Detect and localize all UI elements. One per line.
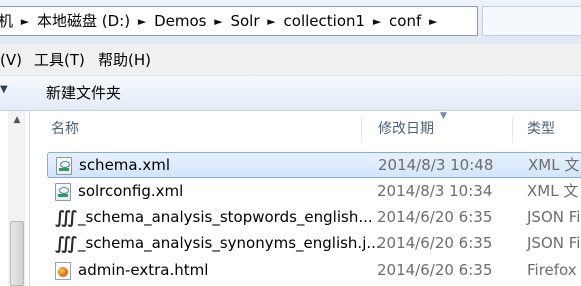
refresh-icon <box>493 17 505 25</box>
json-file-icon: ∭ <box>55 234 78 254</box>
file-row[interactable]: ∭ _schema_analysis_stopwords_english... … <box>47 205 581 231</box>
breadcrumb-computer[interactable]: 机 <box>0 7 15 35</box>
column-headers: 名称 ▼ 修改日期 类型 <box>31 111 581 147</box>
chevron-right-icon[interactable]: ► <box>208 15 228 28</box>
breadcrumb[interactable]: 机 ► 本地磁盘 (D:) ► Demos ► Solr ► collectio… <box>0 6 478 36</box>
chevron-right-icon[interactable]: ► <box>367 15 387 28</box>
scroll-up-icon[interactable]: ▲ <box>8 115 26 129</box>
xml-file-icon <box>56 157 72 175</box>
nav-scrollbar[interactable]: ▲ <box>8 111 26 286</box>
command-toolbar: ▼ 新建文件夹 <box>0 76 581 111</box>
file-name: _schema_analysis_synonyms_english.j... <box>78 234 381 252</box>
file-date: 2014/6/20 6:35 <box>377 261 493 279</box>
dropdown-arrow-icon[interactable]: ▼ <box>0 84 8 95</box>
breadcrumb-demos[interactable]: Demos <box>152 7 208 35</box>
file-type: Firefox <box>527 261 577 279</box>
file-type: JSON Fi <box>527 208 581 226</box>
file-type: XML 文 <box>527 182 579 200</box>
column-divider[interactable] <box>361 117 362 143</box>
file-date: 2014/8/3 10:34 <box>377 182 493 200</box>
scroll-thumb[interactable] <box>10 221 24 286</box>
menu-help[interactable]: 帮助(H) <box>90 44 159 76</box>
xml-file-icon <box>55 183 71 201</box>
file-type: JSON Fi <box>527 234 581 252</box>
file-date: 2014/6/20 6:35 <box>377 208 493 226</box>
column-header-date[interactable]: 修改日期 <box>378 111 434 147</box>
navigation-pane: ▲ <box>0 111 30 286</box>
file-name: schema.xml <box>79 156 171 174</box>
file-name: admin-extra.html <box>78 261 209 279</box>
column-divider[interactable] <box>512 117 513 143</box>
column-header-type[interactable]: 类型 <box>527 111 555 147</box>
file-list: 名称 ▼ 修改日期 类型 schema.xml 2014/8/3 10:48 X… <box>31 111 581 286</box>
breadcrumb-collection1[interactable]: collection1 <box>282 7 368 35</box>
sort-indicator-icon: ▼ <box>440 111 447 121</box>
html-file-icon <box>55 262 71 280</box>
file-date: 2014/6/20 6:35 <box>377 234 493 252</box>
breadcrumb-drive-d[interactable]: 本地磁盘 (D:) <box>35 7 132 35</box>
menu-bar: (V) 工具(T) 帮助(H) <box>0 44 581 76</box>
address-bar: 机 ► 本地磁盘 (D:) ► Demos ► Solr ► collectio… <box>0 0 581 44</box>
file-name: solrconfig.xml <box>78 182 184 200</box>
breadcrumb-conf[interactable]: conf <box>387 7 423 35</box>
column-header-name[interactable]: 名称 <box>51 111 79 147</box>
refresh-button[interactable] <box>482 6 581 36</box>
file-row[interactable]: schema.xml 2014/8/3 10:48 XML 文 <box>47 152 581 178</box>
file-date: 2014/8/3 10:48 <box>378 156 494 174</box>
menu-tools[interactable]: 工具(T) <box>26 44 93 76</box>
chevron-right-icon[interactable]: ► <box>262 15 282 28</box>
file-row[interactable]: solrconfig.xml 2014/8/3 10:34 XML 文 <box>47 179 581 205</box>
chevron-right-icon[interactable]: ► <box>423 15 443 28</box>
file-name: _schema_analysis_stopwords_english... <box>78 208 373 226</box>
file-row[interactable]: ∭ _schema_analysis_synonyms_english.j...… <box>47 231 581 257</box>
breadcrumb-solr[interactable]: Solr <box>228 7 261 35</box>
file-type: XML 文 <box>528 156 580 174</box>
chevron-right-icon[interactable]: ► <box>132 15 152 28</box>
file-row[interactable]: admin-extra.html 2014/6/20 6:35 Firefox <box>47 258 581 284</box>
json-file-icon: ∭ <box>55 208 78 228</box>
chevron-right-icon[interactable]: ► <box>15 15 35 28</box>
new-folder-button[interactable]: 新建文件夹 <box>46 76 121 110</box>
